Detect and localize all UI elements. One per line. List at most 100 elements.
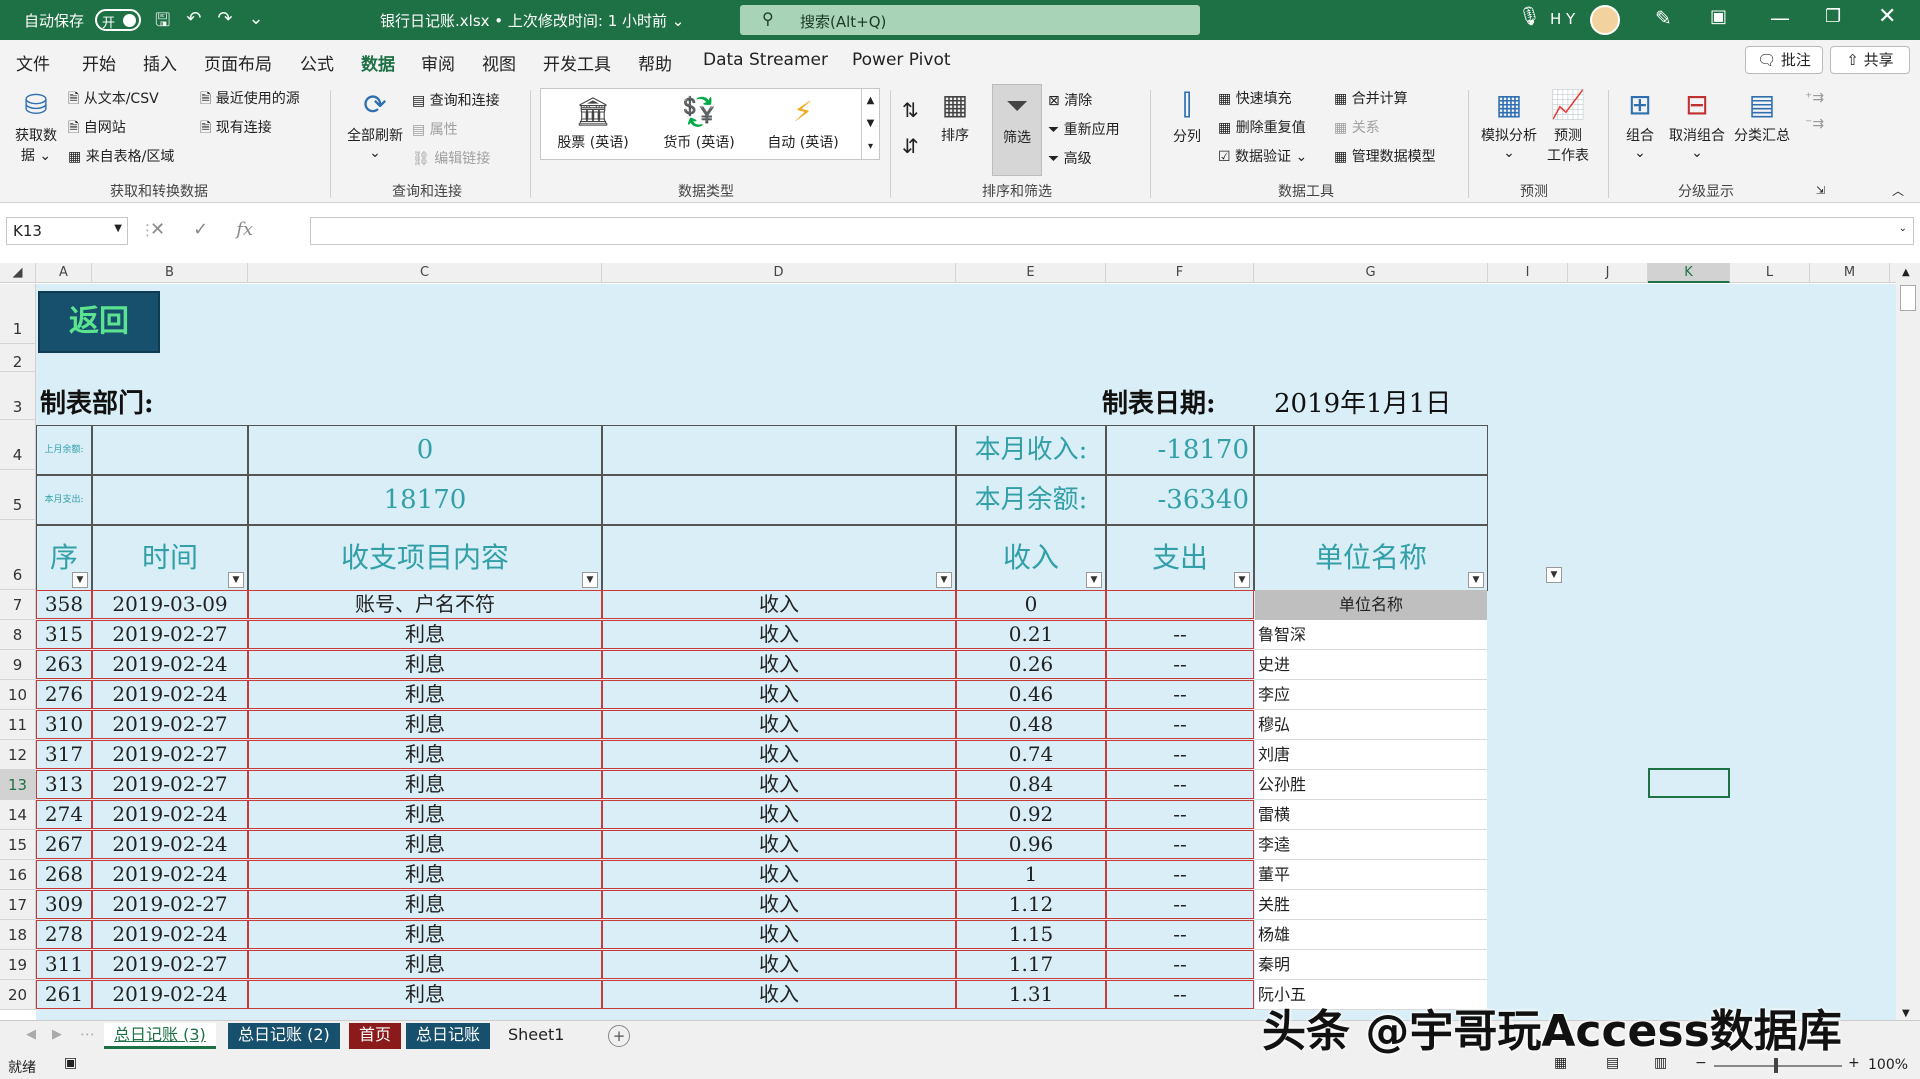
active-cell[interactable] (1648, 768, 1730, 798)
expense-cell[interactable]: -- (1106, 680, 1254, 709)
income-cell[interactable]: 1.17 (956, 950, 1106, 979)
item-cell[interactable]: 利息 (248, 680, 602, 709)
data-validation-button[interactable]: ☑ 数据验证 ⌄ (1218, 146, 1307, 166)
date-cell[interactable]: 2019-02-24 (92, 680, 248, 709)
date-cell[interactable]: 2019-02-24 (92, 980, 248, 1009)
user-name[interactable]: H Y (1550, 10, 1575, 28)
row-header[interactable]: 17 (0, 890, 36, 920)
type-cell[interactable]: 收入 (602, 680, 956, 709)
scroll-down-icon[interactable]: ▼ (1902, 1008, 1910, 1019)
seq-cell[interactable]: 310 (36, 710, 92, 739)
mic-icon[interactable]: 🎙 (1518, 6, 1541, 27)
filter-dropdown-icon[interactable]: ▼ (228, 572, 244, 588)
advanced-button[interactable]: ⏷ 高级 (1048, 148, 1092, 168)
type-cell[interactable]: 收入 (602, 860, 956, 889)
filter-dropdown-icon[interactable]: ▼ (1234, 572, 1250, 588)
seq-cell[interactable]: 267 (36, 830, 92, 859)
gallery-scroll[interactable]: ▲ ▼ ▾ (861, 89, 879, 159)
comment-button[interactable]: 🗨 批注 (1745, 46, 1823, 74)
date-cell[interactable]: 2019-03-09 (92, 590, 248, 619)
row-header[interactable]: 16 (0, 860, 36, 890)
unit-name-cell[interactable]: 公孙胜 (1255, 770, 1487, 800)
sheet-tab-active[interactable]: 总日记账 (3) (104, 1023, 216, 1049)
sort-az-icon[interactable]: ⇅ (902, 98, 919, 122)
close-icon[interactable]: ✕ (1878, 4, 1896, 29)
seq-cell[interactable]: 268 (36, 860, 92, 889)
type-cell[interactable]: 收入 (602, 590, 956, 619)
tab-home[interactable]: 开始 (82, 50, 116, 75)
filter-dropdown-icon[interactable]: ▼ (936, 572, 952, 588)
pen-icon[interactable]: ✎ (1655, 6, 1672, 30)
filter-dropdown-icon[interactable]: ▼ (1468, 572, 1484, 588)
type-cell[interactable]: 收入 (602, 950, 956, 979)
tab-file[interactable]: 文件 (16, 50, 50, 75)
filter-dropdown-icon[interactable]: ▼ (1546, 567, 1562, 583)
income-cell[interactable]: 0.84 (956, 770, 1106, 799)
filter-dropdown-icon[interactable]: ▼ (582, 572, 598, 588)
income-cell[interactable]: 1.31 (956, 980, 1106, 1009)
income-cell[interactable]: 1.15 (956, 920, 1106, 949)
unit-name-cell[interactable]: 杨雄 (1255, 920, 1487, 950)
unit-name-cell[interactable]: 李逵 (1255, 830, 1487, 860)
date-cell[interactable]: 2019-02-27 (92, 890, 248, 919)
unit-name-cell[interactable]: 史进 (1255, 650, 1487, 680)
row-header[interactable]: 3 (0, 372, 36, 420)
expense-cell[interactable]: -- (1106, 800, 1254, 829)
col-header-selected[interactable]: K (1648, 263, 1730, 283)
from-csv-button[interactable]: 🗎 从文本/CSV (68, 88, 159, 112)
income-cell[interactable]: 1 (956, 860, 1106, 889)
item-cell[interactable]: 利息 (248, 890, 602, 919)
income-cell[interactable]: 0.26 (956, 650, 1106, 679)
select-all[interactable]: ◢ (0, 263, 36, 283)
unit-name-cell[interactable]: 董平 (1255, 860, 1487, 890)
expense-cell[interactable]: -- (1106, 740, 1254, 769)
item-cell[interactable]: 利息 (248, 740, 602, 769)
cancel-icon[interactable]: ✕ (150, 219, 165, 240)
type-cell[interactable]: 收入 (602, 770, 956, 799)
sort-za-icon[interactable]: ⇵ (902, 134, 919, 158)
item-cell[interactable]: 账号、户名不符 (248, 590, 602, 619)
ungroup-button[interactable]: ⊟ 取消组合 ⌄ (1666, 88, 1728, 161)
next-sheet-icon[interactable]: ▶ (52, 1027, 62, 1042)
zoom-slider[interactable] (1714, 1065, 1842, 1067)
share-button[interactable]: ⇧ 共享 (1830, 46, 1910, 74)
col-header[interactable]: G (1254, 263, 1488, 283)
seq-cell[interactable]: 313 (36, 770, 92, 799)
sheet-menu-icon[interactable]: ⋯ (80, 1025, 95, 1043)
unit-name-cell[interactable]: 刘唐 (1255, 740, 1487, 770)
back-button[interactable]: 返回 (38, 291, 160, 353)
enter-icon[interactable]: ✓ (193, 219, 208, 240)
col-header[interactable]: D (602, 263, 956, 283)
expense-cell[interactable]: -- (1106, 830, 1254, 859)
row-header[interactable]: 6 (0, 520, 36, 590)
formula-input[interactable]: ⌄ (310, 217, 1914, 245)
edit-links-button[interactable]: ⛓ 编辑链接 (412, 148, 490, 168)
row-header[interactable]: 11 (0, 710, 36, 740)
seq-cell[interactable]: 311 (36, 950, 92, 979)
subtotal-button[interactable]: ▤ 分类汇总 (1730, 88, 1794, 145)
row-header[interactable]: 2 (0, 344, 36, 372)
row-header[interactable]: 18 (0, 920, 36, 950)
expense-cell[interactable]: -- (1106, 860, 1254, 889)
name-box[interactable]: K13 ▼ (6, 217, 128, 245)
row-header[interactable]: 5 (0, 470, 36, 520)
row-header[interactable]: 9 (0, 650, 36, 680)
income-cell[interactable]: 0.21 (956, 620, 1106, 649)
income-cell[interactable]: 1.12 (956, 890, 1106, 919)
vertical-scrollbar[interactable]: ▲ ▼ (1896, 263, 1920, 1020)
file-title[interactable]: 银行日记账.xlsx • 上次修改时间: 1 小时前 ⌄ (380, 10, 684, 31)
zoom-thumb[interactable] (1774, 1058, 1778, 1073)
seq-cell[interactable]: 278 (36, 920, 92, 949)
consolidate-button[interactable]: ▦ 合并计算 (1334, 88, 1408, 108)
tab-data-streamer[interactable]: Data Streamer (703, 50, 828, 70)
zoom-in-icon[interactable]: + (1848, 1055, 1860, 1071)
hide-detail-icon[interactable]: ⁻⇉ (1805, 116, 1824, 132)
forecast-sheet-button[interactable]: 📈 预测 工作表 (1542, 88, 1594, 165)
tab-review[interactable]: 审阅 (421, 50, 455, 75)
tab-data[interactable]: 数据 (361, 50, 395, 84)
type-cell[interactable]: 收入 (602, 740, 956, 769)
zoom-level[interactable]: 100% (1868, 1057, 1908, 1073)
existing-connections-button[interactable]: 🗎 现有连接 (200, 117, 272, 141)
item-cell[interactable]: 利息 (248, 770, 602, 799)
flash-fill-button[interactable]: ▦ 快速填充 (1218, 88, 1292, 108)
